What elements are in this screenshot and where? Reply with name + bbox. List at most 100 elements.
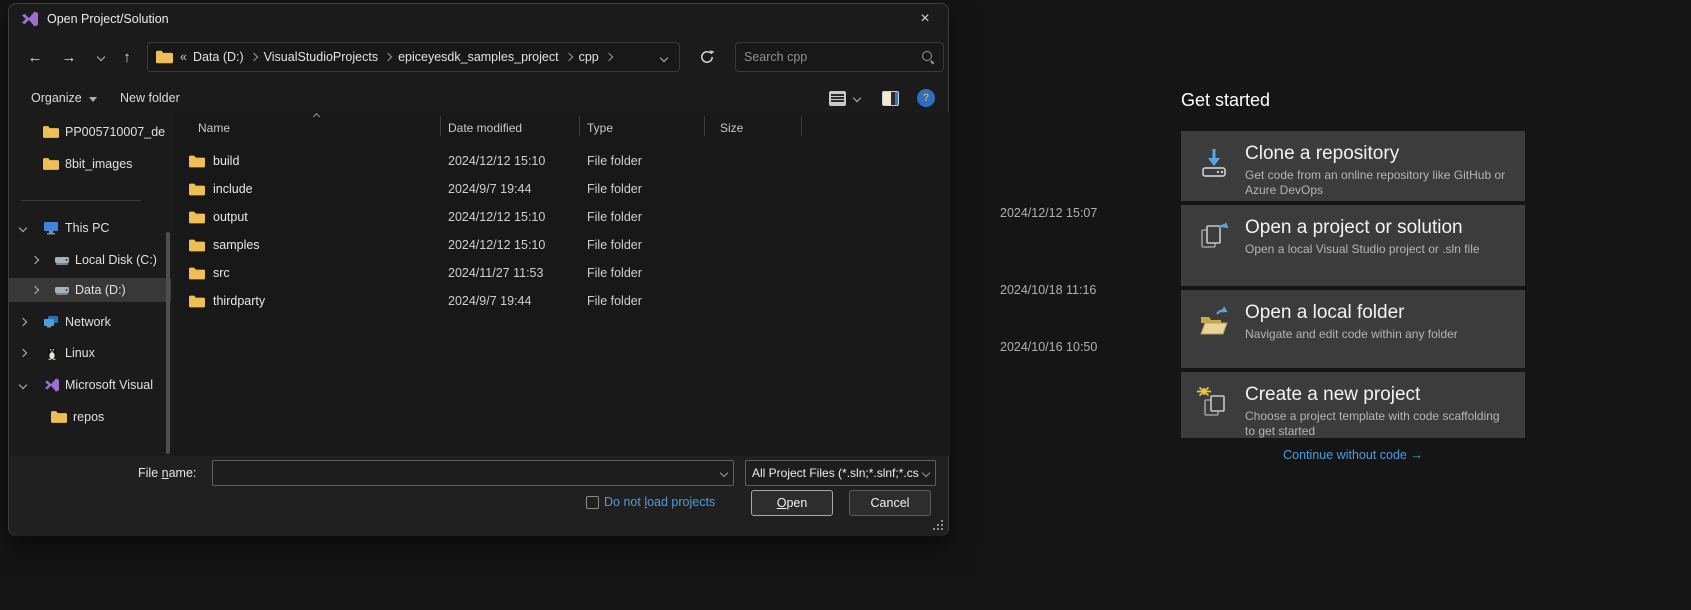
chevron-down-icon xyxy=(853,94,861,102)
cancel-button[interactable]: Cancel xyxy=(849,490,931,516)
expand-chevron-icon[interactable] xyxy=(19,224,27,232)
list-view-icon xyxy=(829,91,846,106)
column-separator[interactable] xyxy=(440,116,441,136)
file-row-src[interactable]: src 2024/11/27 11:53 File folder xyxy=(174,259,950,287)
disk-drive-icon xyxy=(54,253,70,267)
sidebar-item-repos[interactable]: repos xyxy=(9,405,171,429)
sidebar-item-pp005710007[interactable]: PP005710007_de xyxy=(9,120,171,144)
sidebar-item-label: 8bit_images xyxy=(65,157,132,171)
breadcrumb-separator-icon[interactable] xyxy=(564,53,572,61)
sidebar-item-microsoft-visual-studio[interactable]: Microsoft Visual xyxy=(9,373,171,397)
breadcrumb-item-current[interactable]: cpp xyxy=(575,50,603,64)
file-type-filter-dropdown[interactable]: All Project Files (*.sln;*.slnf;*.csp xyxy=(745,460,936,486)
help-button[interactable]: ? xyxy=(917,86,935,110)
folder-icon xyxy=(43,157,59,171)
column-header-size[interactable]: Size xyxy=(720,121,950,135)
file-type: File folder xyxy=(587,238,712,252)
navigation-pane: PP005710007_de 8bit_images This PC xyxy=(9,112,171,456)
file-date: 2024/9/7 19:44 xyxy=(448,294,579,308)
expand-chevron-icon[interactable] xyxy=(31,256,39,264)
expand-chevron-icon[interactable] xyxy=(19,318,27,326)
file-row-thirdparty[interactable]: thirdparty 2024/9/7 19:44 File folder xyxy=(174,287,950,308)
organize-label: Organize xyxy=(31,91,82,105)
sidebar-item-label: Data (D:) xyxy=(75,283,126,297)
breadcrumb-separator-icon[interactable] xyxy=(249,53,257,61)
sidebar-item-network[interactable]: Network xyxy=(9,310,171,334)
up-button[interactable]: ↑ xyxy=(113,43,141,71)
dialog-title: Open Project/Solution xyxy=(47,12,169,26)
preview-pane-button[interactable] xyxy=(882,86,899,110)
checkbox-icon[interactable] xyxy=(586,496,599,509)
card-title: Create a new project xyxy=(1245,385,1511,406)
breadcrumb-item-drive[interactable]: Data (D:) xyxy=(189,50,248,64)
file-row-include[interactable]: include 2024/9/7 19:44 File folder xyxy=(174,175,950,203)
forward-button[interactable]: → xyxy=(55,43,83,71)
chevron-down-icon[interactable] xyxy=(720,469,728,477)
open-button[interactable]: Open xyxy=(751,490,833,516)
get-started-heading: Get started xyxy=(1181,90,1270,111)
open-local-folder-card[interactable]: Open a local folder Navigate and edit co… xyxy=(1181,290,1525,368)
file-row-output[interactable]: output 2024/12/12 15:10 File folder xyxy=(174,203,950,231)
breadcrumb-item-folder[interactable]: epiceyesdk_samples_project xyxy=(394,50,563,64)
command-bar: Organize New folder ? xyxy=(9,82,948,112)
sidebar-item-linux[interactable]: Linux xyxy=(9,341,171,365)
network-icon xyxy=(43,315,59,329)
organize-menu[interactable]: Organize xyxy=(31,86,97,110)
file-row-samples[interactable]: samples 2024/12/12 15:10 File folder xyxy=(174,231,950,259)
file-type: File folder xyxy=(587,266,712,280)
sidebar-scrollbar[interactable] xyxy=(166,232,170,454)
sidebar-item-this-pc[interactable]: This PC xyxy=(9,216,171,240)
resize-grip[interactable] xyxy=(933,520,943,530)
new-folder-button[interactable]: New folder xyxy=(120,86,180,110)
search-icon[interactable] xyxy=(921,50,935,64)
clone-repository-card[interactable]: Clone a repository Get code from an onli… xyxy=(1181,131,1525,201)
linux-penguin-icon xyxy=(44,346,60,360)
column-header-date-modified[interactable]: Date modified xyxy=(448,121,579,135)
expand-chevron-icon[interactable] xyxy=(19,381,27,389)
file-name-label-key: n xyxy=(162,466,169,480)
card-title: Open a project or solution xyxy=(1245,218,1480,239)
new-project-text: Create a new project Choose a project te… xyxy=(1245,385,1511,438)
file-row-build[interactable]: build 2024/12/12 15:10 File folder xyxy=(174,147,950,175)
open-button-key: O xyxy=(777,496,787,510)
refresh-button[interactable] xyxy=(692,43,722,71)
expand-chevron-icon[interactable] xyxy=(31,286,39,294)
sidebar-item-8bit-images[interactable]: 8bit_images xyxy=(9,152,171,176)
breadcrumb-separator-icon[interactable] xyxy=(605,53,613,61)
column-separator[interactable] xyxy=(704,116,705,136)
search-input[interactable] xyxy=(744,50,921,64)
column-separator[interactable] xyxy=(579,116,580,136)
column-header-name[interactable]: Name xyxy=(189,121,440,135)
change-view-button[interactable] xyxy=(829,86,846,110)
checkbox-label-pre: Do not xyxy=(604,495,644,509)
do-not-load-projects-checkbox[interactable]: Do not load projects xyxy=(586,495,715,509)
clone-repository-text: Clone a repository Get code from an onli… xyxy=(1245,144,1511,201)
file-type: File folder xyxy=(587,210,712,224)
sidebar-item-local-disk-c[interactable]: Local Disk (C:) xyxy=(9,248,171,272)
file-name-input[interactable] xyxy=(219,466,717,480)
column-separator[interactable] xyxy=(801,116,802,136)
new-project-icon xyxy=(1197,387,1231,421)
folder-icon xyxy=(189,267,205,280)
continue-without-code-link[interactable]: Continue without code → xyxy=(1181,448,1525,462)
card-title: Open a local folder xyxy=(1245,303,1458,324)
file-name-label-post: ame: xyxy=(169,466,197,480)
column-header-type[interactable]: Type xyxy=(587,121,712,135)
breadcrumb-item-folder[interactable]: VisualStudioProjects xyxy=(260,50,382,64)
back-button[interactable]: ← xyxy=(21,43,49,71)
address-bar[interactable]: « Data (D:) VisualStudioProjects epiceye… xyxy=(147,42,680,72)
expand-chevron-icon[interactable] xyxy=(19,349,27,357)
open-project-solution-card[interactable]: Open a project or solution Open a local … xyxy=(1181,205,1525,286)
close-icon[interactable]: × xyxy=(910,6,940,32)
view-options-dropdown[interactable] xyxy=(854,86,860,110)
dialog-titlebar[interactable]: Open Project/Solution × xyxy=(9,4,948,34)
breadcrumb-overflow-icon[interactable]: « xyxy=(180,50,187,64)
sidebar-item-data-d[interactable]: Data (D:) xyxy=(9,278,171,302)
file-name: include xyxy=(213,182,253,196)
recent-locations-button[interactable] xyxy=(87,43,115,71)
folder-icon xyxy=(156,50,173,64)
create-new-project-card[interactable]: Create a new project Choose a project te… xyxy=(1181,372,1525,438)
breadcrumb-separator-icon[interactable] xyxy=(384,53,392,61)
file-type: File folder xyxy=(587,182,712,196)
address-dropdown-icon[interactable] xyxy=(657,50,671,64)
